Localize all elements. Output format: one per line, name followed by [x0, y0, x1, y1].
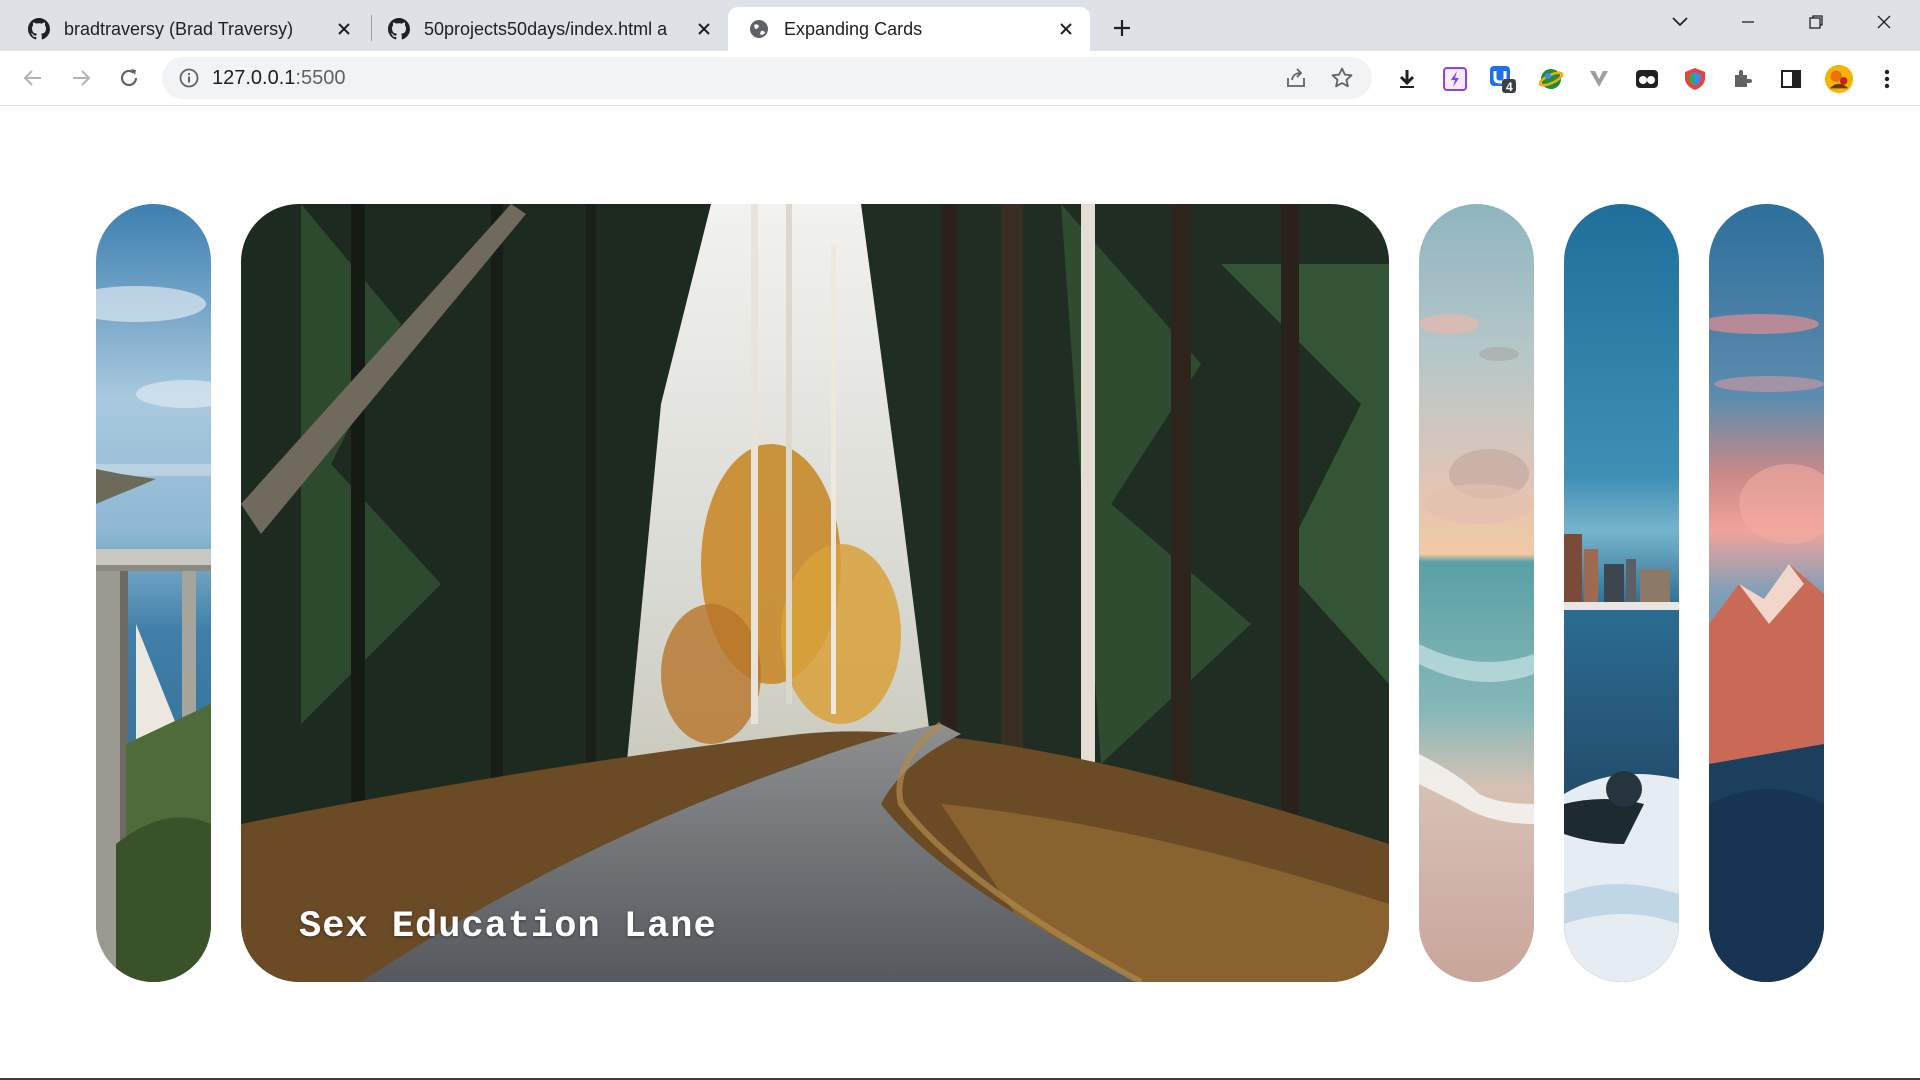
forest-road-image: [241, 204, 1389, 982]
page-viewport: Sex Education Lane: [0, 107, 1920, 1080]
minimize-button[interactable]: [1714, 0, 1782, 44]
puzzle-icon[interactable]: [1728, 64, 1758, 94]
panel-coastal-bridge[interactable]: [96, 204, 211, 982]
panel-forest-road[interactable]: Sex Education Lane: [241, 204, 1389, 982]
restore-icon: [1809, 15, 1823, 29]
forward-button[interactable]: [64, 61, 98, 95]
close-icon[interactable]: [332, 17, 356, 41]
tab-search-button[interactable]: [1646, 0, 1714, 44]
download-icon[interactable]: [1392, 64, 1422, 94]
city-lake-image: [1564, 204, 1679, 982]
close-icon: [1877, 15, 1891, 29]
reload-button[interactable]: [112, 61, 146, 95]
panel-beach-sunset[interactable]: [1419, 204, 1534, 982]
share-icon[interactable]: [1280, 62, 1312, 94]
beach-sunset-image: [1419, 204, 1534, 982]
github-icon: [388, 18, 410, 40]
site-info-icon[interactable]: [178, 67, 200, 89]
bookmark-star-icon[interactable]: [1326, 62, 1358, 94]
url-host: 127.0.0.1: [212, 66, 296, 89]
tab-title: bradtraversy (Brad Traversy): [64, 18, 294, 39]
new-tab-button[interactable]: [1106, 12, 1138, 44]
extension-badge-icon[interactable]: 4: [1488, 64, 1518, 94]
extension-purple-icon[interactable]: [1440, 64, 1470, 94]
reload-icon: [120, 69, 138, 87]
avatar[interactable]: [1824, 64, 1854, 94]
mountain-dusk-image: [1709, 204, 1824, 982]
tab-strip: bradtraversy (Brad Traversy) 50projects5…: [0, 0, 1920, 51]
github-icon: [28, 18, 50, 40]
side-panel-icon[interactable]: [1776, 64, 1806, 94]
address-bar[interactable]: 127.0.0.1:5500: [162, 57, 1372, 99]
extension-globe-icon[interactable]: [1536, 64, 1566, 94]
globe-icon: [748, 18, 770, 40]
extension-badge-count: 4: [1506, 80, 1513, 94]
url-text: 127.0.0.1:5500: [212, 67, 1280, 90]
arrow-left-icon: [23, 70, 41, 86]
restore-button[interactable]: [1782, 0, 1850, 44]
extension-mask-icon[interactable]: [1632, 64, 1662, 94]
browser-toolbar: 127.0.0.1:5500 4: [0, 51, 1920, 106]
chevron-down-icon: [1672, 17, 1688, 27]
close-icon[interactable]: [1054, 17, 1078, 41]
close-window-button[interactable]: [1850, 0, 1918, 44]
minimize-icon: [1742, 21, 1754, 23]
panel-city-lake[interactable]: [1564, 204, 1679, 982]
close-icon[interactable]: [692, 17, 716, 41]
more-menu-icon[interactable]: [1872, 64, 1902, 94]
panel-title: Sex Education Lane: [299, 906, 717, 948]
arrow-right-icon: [73, 70, 91, 86]
back-button[interactable]: [16, 61, 50, 95]
coastal-bridge-image: [96, 204, 211, 982]
tab-title: Expanding Cards: [784, 18, 923, 39]
extension-v-icon[interactable]: [1584, 64, 1614, 94]
url-port: :5500: [295, 66, 346, 89]
tab-expanding-cards[interactable]: Expanding Cards: [728, 7, 1090, 51]
extension-shield-icon[interactable]: [1680, 64, 1710, 94]
plus-icon: [1114, 20, 1130, 36]
tab-title: 50projects50days/index.html a: [424, 18, 668, 39]
tab-50projects[interactable]: 50projects50days/index.html a: [368, 7, 728, 51]
tab-bradtraversy[interactable]: bradtraversy (Brad Traversy): [8, 7, 368, 51]
panel-mountain-dusk[interactable]: [1709, 204, 1824, 982]
